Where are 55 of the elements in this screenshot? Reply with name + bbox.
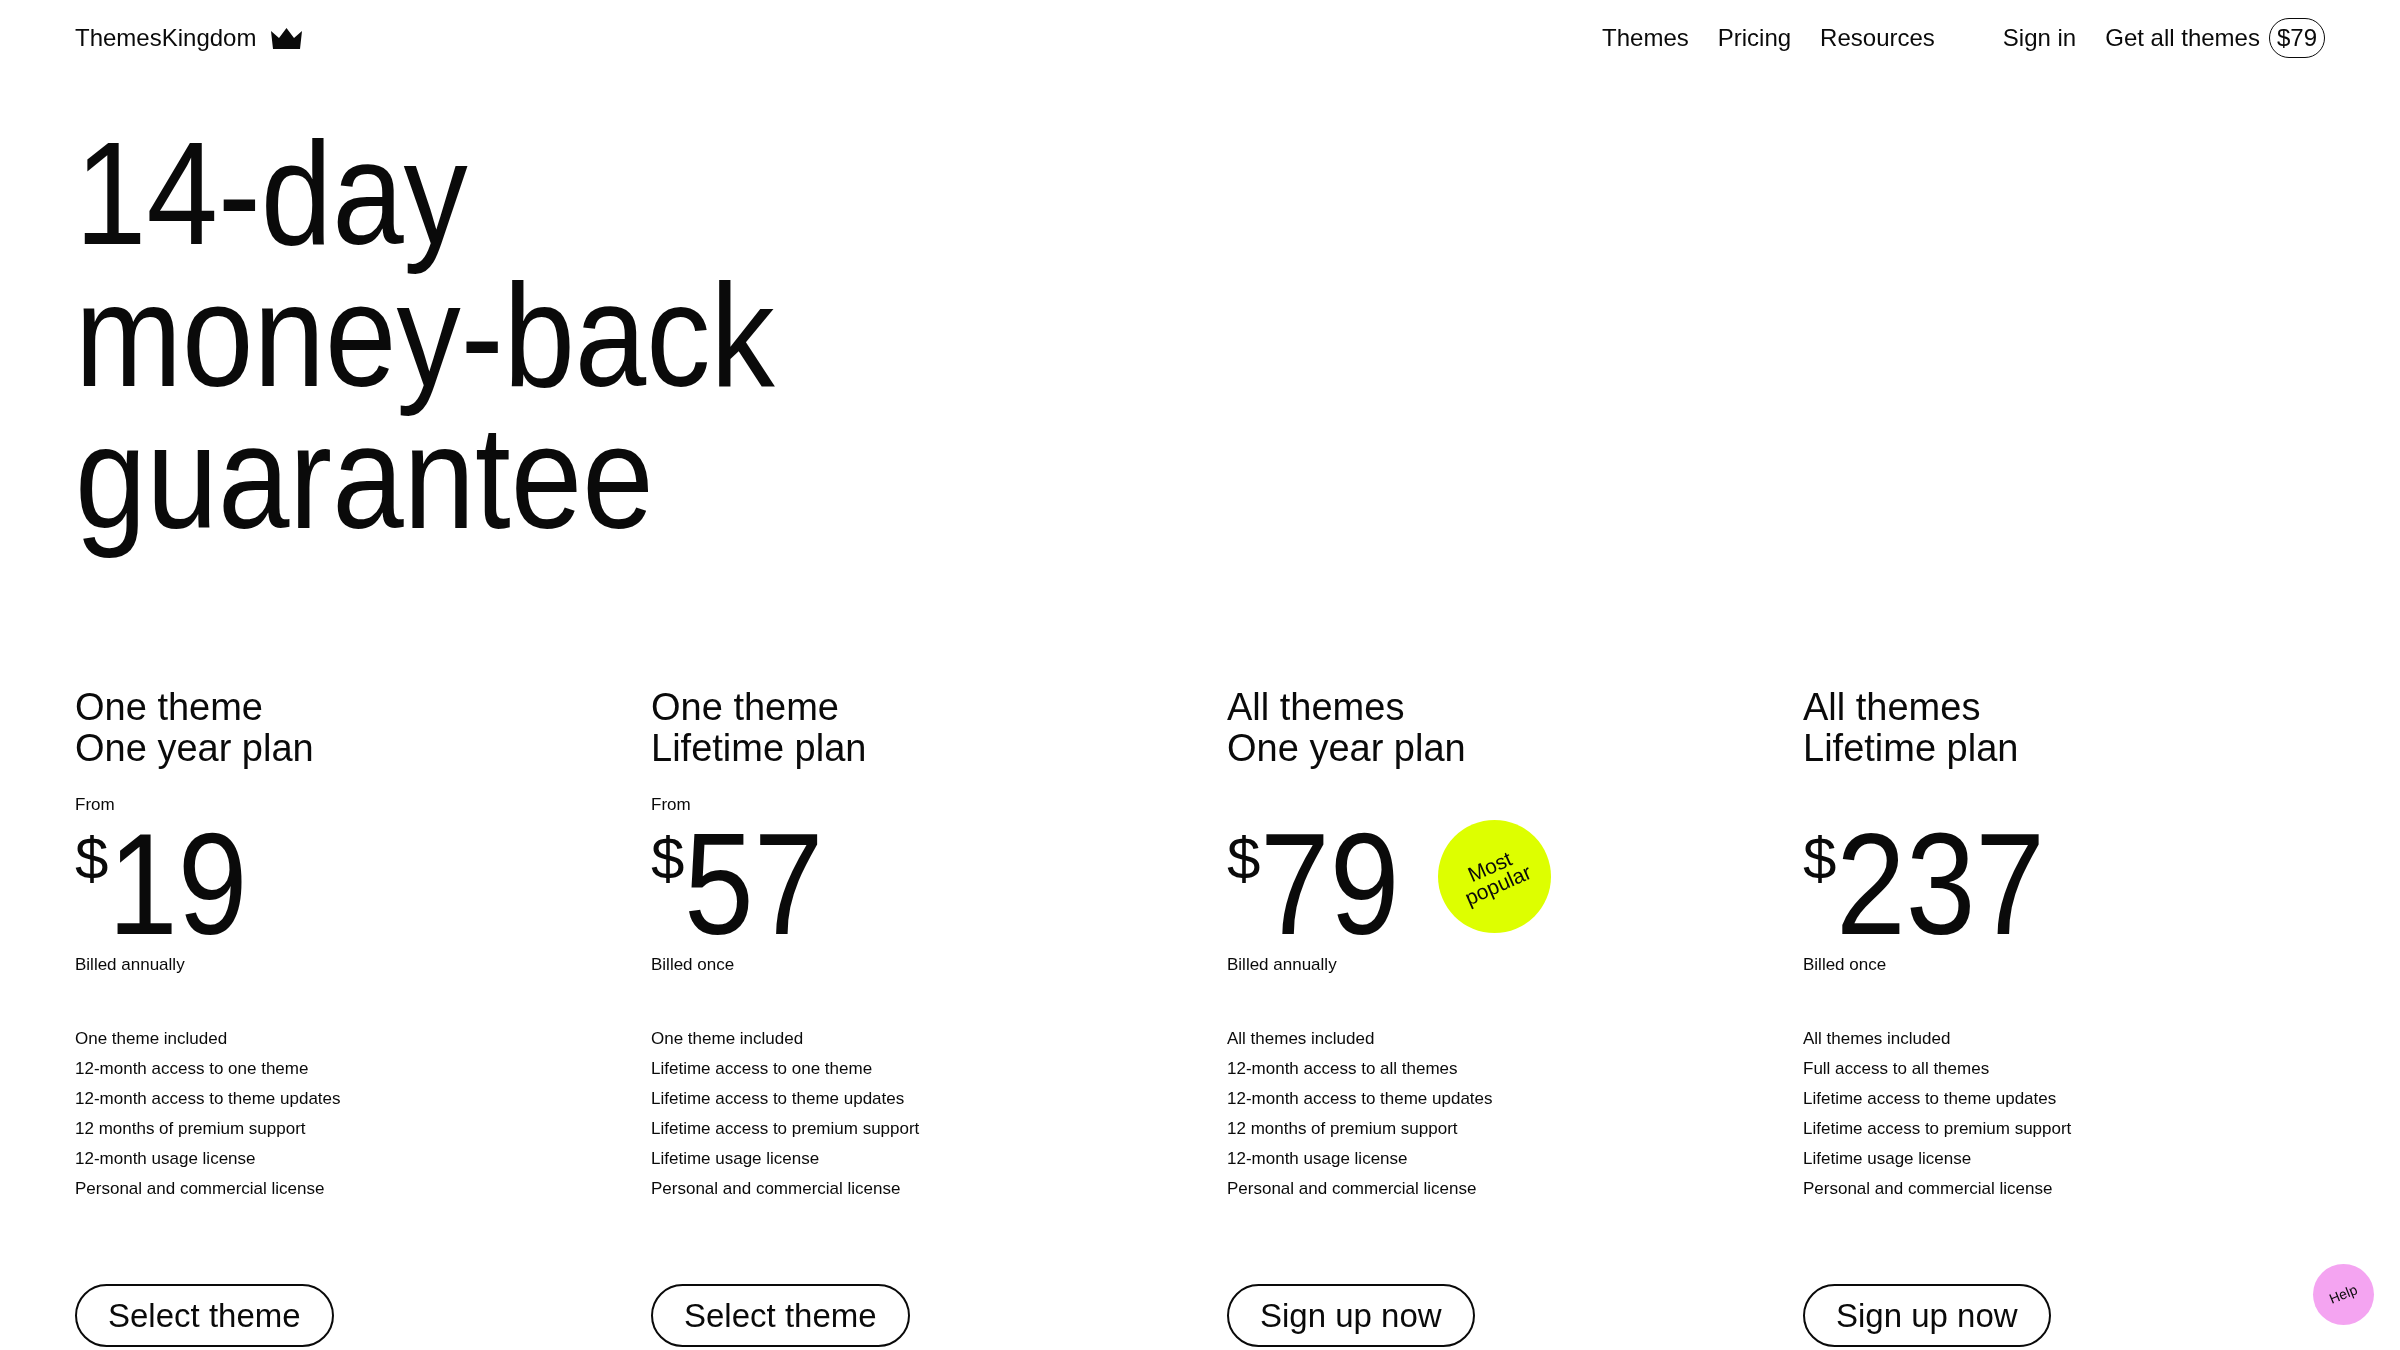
billing-period: Billed annually [1227,955,1337,975]
feature-item: 12-month access to all themes [1227,1058,1459,1080]
feature-item: 12-month usage license [1227,1148,1409,1170]
plan-button[interactable]: Sign up now [1227,1284,1475,1347]
plan-title: All themes Lifetime plan [1803,687,2019,769]
plan-title: One theme One year plan [75,687,314,769]
crown-icon [271,27,303,49]
nav-link[interactable]: Themes [1602,20,1689,56]
nav-link[interactable]: Resources [1820,20,1935,56]
feature-item: Personal and commercial license [1227,1178,1478,1200]
feature-item: Lifetime access to premium support [651,1118,920,1140]
hero-heading: 14-day money-back guarantee [75,123,775,561]
feature-item: Full access to all themes [1803,1058,1991,1080]
price-amount: 79 [1260,815,1400,955]
currency-symbol: $ [1803,829,1837,889]
get-all-themes-link[interactable]: Get all themes $79 [2105,18,2325,58]
feature-item: 12-month access to theme updates [75,1088,341,1110]
feature-item: One theme included [75,1028,229,1050]
feature-item: Lifetime usage license [651,1148,821,1170]
feature-item: Lifetime usage license [1803,1148,1973,1170]
nav-link[interactable]: Pricing [1717,20,1792,56]
help-button[interactable]: Help [2313,1264,2374,1325]
plan-button[interactable]: Select theme [75,1284,334,1347]
feature-item: Lifetime access to one theme [651,1058,874,1080]
feature-item: 12 months of premium support [75,1118,307,1140]
plan-title: All themes One year plan [1227,687,1466,769]
price-prefix: From [75,795,115,815]
feature-item: Personal and commercial license [1803,1178,2054,1200]
price-prefix: From [651,795,691,815]
plan-title: One theme Lifetime plan [651,687,867,769]
currency-symbol: $ [1227,829,1261,889]
feature-item: Lifetime access to theme updates [1803,1088,2058,1110]
currency-symbol: $ [651,829,685,889]
price-amount: 57 [684,815,824,955]
billing-period: Billed once [1803,955,1887,975]
feature-item: All themes included [1803,1028,1952,1050]
feature-item: 12 months of premium support [1227,1118,1459,1140]
feature-item: 12-month usage license [75,1148,257,1170]
feature-item: 12-month access to one theme [75,1058,310,1080]
feature-item: Personal and commercial license [75,1178,326,1200]
billing-period: Billed annually [75,955,185,975]
feature-item: Lifetime access to theme updates [651,1088,906,1110]
feature-item: One theme included [651,1028,805,1050]
feature-item: Lifetime access to premium support [1803,1118,2072,1140]
plan-button[interactable]: Select theme [651,1284,910,1347]
price-amount: 19 [108,815,248,955]
logo-text[interactable]: ThemesKingdom [75,20,257,56]
billing-period: Billed once [651,955,735,975]
currency-symbol: $ [75,829,109,889]
plan-button[interactable]: Sign up now [1803,1284,2051,1347]
feature-item: All themes included [1227,1028,1376,1050]
feature-item: Personal and commercial license [651,1178,902,1200]
price-amount: 237 [1836,815,2046,955]
sign-in-link[interactable]: Sign in [2002,20,2077,56]
feature-item: 12-month access to theme updates [1227,1088,1493,1110]
